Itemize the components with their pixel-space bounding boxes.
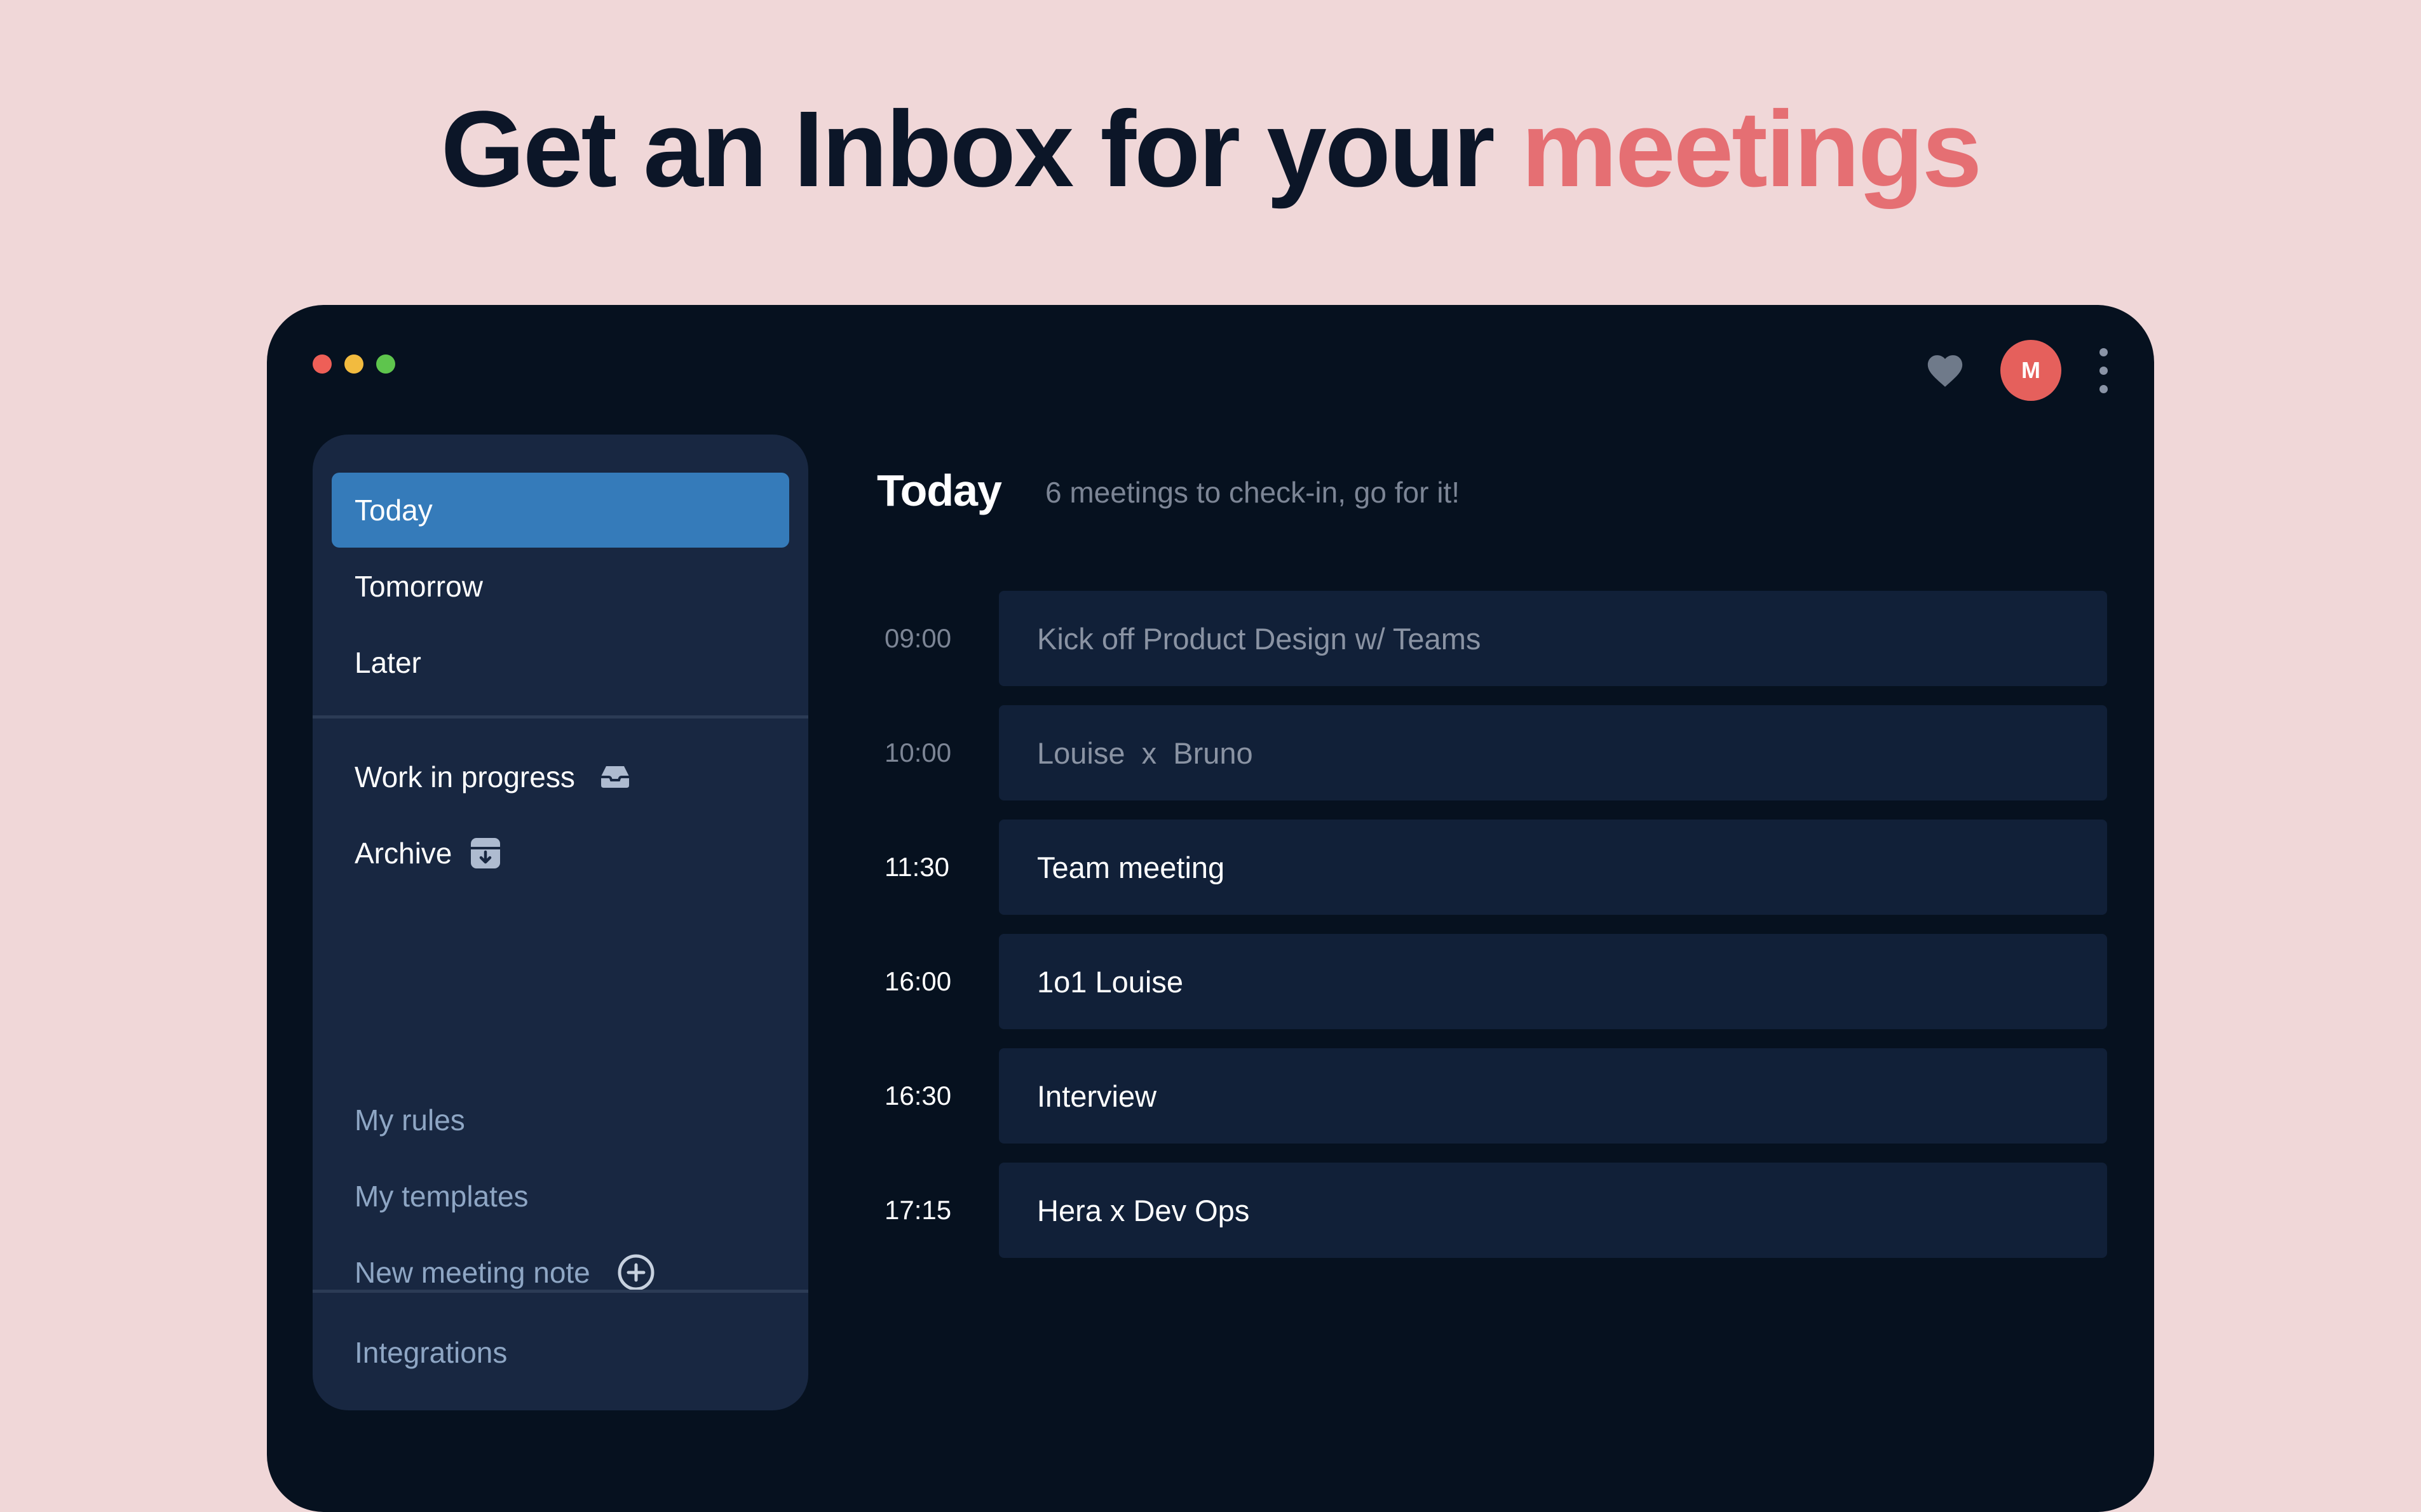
page-subtitle: 6 meetings to check-in, go for it! [1045,476,1460,509]
meeting-time: 16:00 [885,966,952,996]
sidebar-item-my-templates[interactable]: My templates [332,1159,789,1234]
maximize-window-button[interactable] [376,354,395,374]
minimize-window-button[interactable] [344,354,363,374]
meeting-time: 16:30 [885,1081,952,1110]
sidebar-item-my-rules[interactable]: My rules [332,1083,789,1158]
plus-circle-icon[interactable] [617,1253,655,1292]
app-window: M Today Tomorrow Later Work in progress … [267,305,2154,1512]
headline-accent: meetings [1521,89,1982,210]
window-controls [313,354,395,374]
sidebar-item-label: Work in progress [355,760,575,793]
meeting-card[interactable]: Team meeting [999,820,2107,915]
page-headline: Get an Inbox for your meetings [0,86,2421,213]
headline-main: Get an Inbox for your [440,89,1495,210]
meeting-card[interactable]: Kick off Product Design w/ Teams [999,591,2107,686]
meeting-time: 10:00 [885,738,952,767]
sidebar-item-label: New meeting note [355,1256,590,1289]
sidebar-item-label: Later [355,646,421,679]
sidebar-item-work-in-progress[interactable]: Work in progress [332,739,789,814]
sidebar-divider [313,1290,808,1293]
meeting-card[interactable]: 1o1 Louise [999,934,2107,1029]
sidebar-item-tomorrow[interactable]: Tomorrow [332,549,789,624]
meeting-card[interactable]: Interview [999,1048,2107,1144]
sidebar-item-label: Archive [355,837,452,870]
meeting-card[interactable]: Hera x Dev Ops [999,1163,2107,1258]
meeting-row[interactable]: 17:15 Hera x Dev Ops [877,1163,2107,1258]
sidebar-item-label: Integrations [355,1336,508,1369]
close-window-button[interactable] [313,354,332,374]
sidebar-item-label: Today [355,494,433,527]
sidebar-item-integrations[interactable]: Integrations [332,1315,789,1390]
sidebar-item-later[interactable]: Later [332,625,789,700]
sidebar: Today Tomorrow Later Work in progress Ar… [313,435,808,1410]
meeting-time: 09:00 [885,623,952,653]
meeting-row[interactable]: 16:30 Interview [877,1048,2107,1144]
heart-icon[interactable] [1927,354,1963,388]
sidebar-divider [313,715,808,719]
meeting-row[interactable]: 10:00 Louise x Bruno [877,705,2107,800]
user-avatar[interactable]: M [2000,340,2061,401]
meeting-row[interactable]: 16:00 1o1 Louise [877,934,2107,1029]
more-vertical-icon[interactable] [2098,348,2108,394]
page-title: Today [877,466,1002,515]
sidebar-item-label: My templates [355,1180,529,1213]
sidebar-item-today[interactable]: Today [332,473,789,548]
meeting-time: 17:15 [885,1195,952,1225]
inbox-tray-icon [599,765,631,789]
new-meeting-note-button[interactable]: New meeting note [332,1235,789,1310]
sidebar-item-label: Tomorrow [355,570,483,603]
meeting-time: 11:30 [885,852,949,882]
meeting-card[interactable]: Louise x Bruno [999,705,2107,800]
meeting-row[interactable]: 09:00 Kick off Product Design w/ Teams [877,591,2107,686]
sidebar-item-archive[interactable]: Archive [332,816,789,891]
archive-box-icon [470,837,501,870]
sidebar-item-label: My rules [355,1104,465,1137]
meeting-row[interactable]: 11:30 Team meeting [877,820,2107,915]
